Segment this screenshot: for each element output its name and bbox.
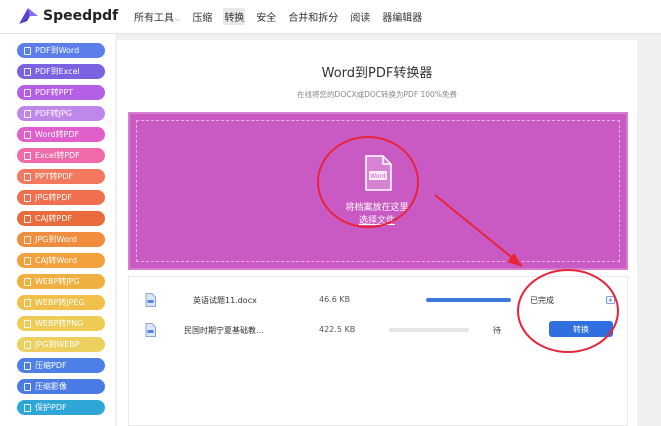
sidebar-tool-label: 压缩PDF (35, 361, 67, 370)
speedpdf-logo-icon (19, 8, 38, 24)
page-title: Word到PDF转换器 (321, 66, 433, 81)
sidebar-tool-label: PDF转JPG (35, 109, 72, 118)
sidebar-tool-button[interactable]: JPG到WEBP (17, 337, 105, 352)
nav-convert[interactable]: 转换 (223, 8, 246, 25)
progress-fill (426, 298, 511, 302)
sidebar-tool-label: Excel转PDF (35, 151, 80, 160)
sidebar-tool-label: PDF转PPT (35, 88, 74, 97)
sidebar-tool-button[interactable]: CAJ转Word (17, 253, 105, 268)
sidebar-tool-label: JPG转PDF (35, 193, 72, 202)
file-list: 英语试题11.docx 46.6 KB 已完成 民国时期宁夏基础教... 422… (128, 269, 628, 426)
sidebar-tool-button[interactable]: JPG到Word (17, 232, 105, 247)
sidebar-tool-label: PPT转PDF (35, 172, 74, 181)
file-convert-icon (24, 319, 31, 328)
sidebar-tool-label: JPG到WEBP (35, 340, 80, 349)
file-size: 46.6 KB (319, 295, 351, 304)
progress-bar (426, 298, 511, 302)
file-convert-icon (24, 277, 31, 286)
sidebar-tool-label: 保护PDF (35, 403, 67, 412)
sidebar-tool-button[interactable]: Excel转PDF (17, 148, 105, 163)
file-convert-icon (24, 214, 31, 223)
sidebar-tool-label: WEBP转PNG (35, 319, 84, 328)
file-convert-icon (24, 340, 31, 349)
file-convert-icon (24, 46, 31, 55)
sidebar-tool-button[interactable]: WEBP转PNG (17, 316, 105, 331)
nav-merge-split[interactable]: 合并和拆分 (287, 8, 339, 25)
page-subtitle: 在线将您的DOCX或DOC转换为PDF 100%免费 (297, 90, 457, 99)
sidebar-tool-button[interactable]: 保护PDF (17, 400, 105, 415)
sidebar-tool-button[interactable]: PPT转PDF (17, 169, 105, 184)
file-convert-icon (24, 67, 31, 76)
file-convert-icon (24, 235, 31, 244)
brand-name: Speedpdf (43, 8, 119, 24)
chevron-down-icon: ⌵ (175, 15, 181, 23)
nav-editor[interactable]: 器编辑器 (381, 8, 423, 25)
file-convert-icon (24, 382, 31, 391)
file-convert-icon (24, 88, 31, 97)
main-nav: 所有工具⌵ 压缩 转换 安全 合并和拆分 阅读 器编辑器 (133, 8, 423, 25)
progress-bar (389, 328, 469, 332)
sidebar-tool-button[interactable]: JPG转PDF (17, 190, 105, 205)
nav-compress[interactable]: 压缩 (191, 8, 213, 25)
file-size: 422.5 KB (319, 325, 356, 334)
sidebar-tool-button[interactable]: WEBP转JPG (17, 274, 105, 289)
sidebar-tool-label: PDF到Excel (35, 67, 80, 76)
converter-panel: Word到PDF转换器 在线将您的DOCX或DOC转换为PDF 100%免费 W… (117, 40, 637, 426)
sidebar-tool-label: WEBP转JPEG (35, 298, 85, 307)
status-label: 待 (493, 326, 501, 335)
sidebar-tool-label: WEBP转JPG (35, 277, 80, 286)
file-convert-icon (24, 361, 31, 370)
nav-all-tools[interactable]: 所有工具⌵ (133, 8, 181, 25)
sidebar-tool-label: 压缩影像 (35, 382, 67, 391)
nav-read[interactable]: 阅读 (349, 8, 371, 25)
document-icon (145, 323, 156, 337)
sidebar-tool-label: CAJ转Word (35, 256, 77, 265)
sidebar-tool-button[interactable]: 压缩影像 (17, 379, 105, 394)
sidebar-tool-button[interactable]: PDF转PPT (17, 85, 105, 100)
sidebar-tool-button[interactable]: PDF到Word (17, 43, 105, 58)
sidebar-tool-label: JPG到Word (35, 235, 77, 244)
sidebar-tool-button[interactable]: Word转PDF (17, 127, 105, 142)
sidebar-tool-label: PDF到Word (35, 46, 80, 55)
file-convert-icon (24, 298, 31, 307)
sidebar-tool-button[interactable]: CAJ转PDF (17, 211, 105, 226)
file-name: 民国时期宁夏基础教... (184, 326, 264, 335)
logo[interactable]: Speedpdf (17, 5, 118, 27)
file-name: 英语试题11.docx (193, 296, 257, 305)
sidebar-tool-button[interactable]: PDF转JPG (17, 106, 105, 121)
sidebar-tool-button[interactable]: 压缩PDF (17, 358, 105, 373)
file-convert-icon (24, 130, 31, 139)
document-icon (145, 293, 156, 307)
nav-security[interactable]: 安全 (255, 8, 277, 25)
annotation-circle-status (517, 269, 619, 353)
file-convert-icon (24, 172, 31, 181)
sidebar-tool-button[interactable]: WEBP转JPEG (17, 295, 105, 310)
file-convert-icon (24, 151, 31, 160)
top-navbar: Speedpdf 所有工具⌵ 压缩 转换 安全 合并和拆分 阅读 器编辑器 (0, 0, 661, 34)
sidebar-tool-label: CAJ转PDF (35, 214, 73, 223)
file-convert-icon (24, 403, 31, 412)
tool-sidebar: PDF到Word PDF到Excel PDF转PPT PDF转JPG Word转PDF E… (0, 34, 115, 426)
file-convert-icon (24, 109, 31, 118)
file-convert-icon (24, 193, 31, 202)
file-convert-icon (24, 256, 31, 265)
sidebar-tool-button[interactable]: PDF到Excel (17, 64, 105, 79)
sidebar-tool-label: Word转PDF (35, 130, 80, 139)
annotation-circle-upload (317, 136, 419, 228)
